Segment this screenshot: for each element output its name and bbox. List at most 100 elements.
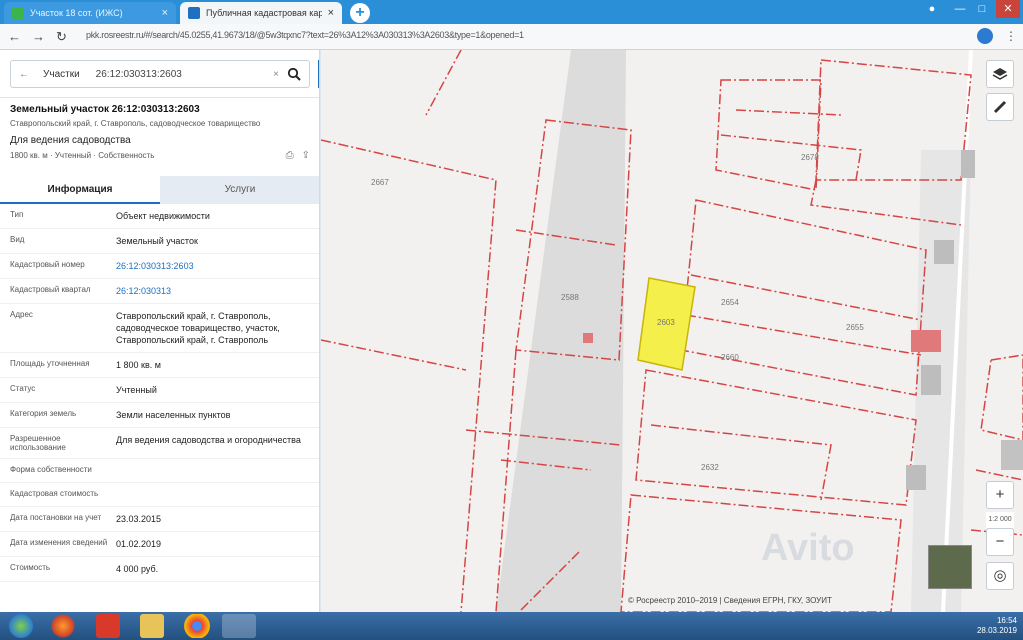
forward-icon[interactable]: → (32, 29, 45, 44)
attribute-row: Кадастровый номер 26:12:030313:2603 (0, 254, 319, 279)
search-input[interactable]: ← Участки 26:12:030313:2603 × (10, 60, 310, 88)
tab-close-icon[interactable]: × (162, 7, 168, 19)
attribute-row: Разрешенное использование Для ведения сад… (0, 428, 319, 459)
attribute-key: Стоимость (10, 563, 51, 572)
start-button[interactable] (4, 614, 38, 638)
minimize-button[interactable]: — (950, 0, 970, 18)
attribute-key: Кадастровый номер (10, 260, 85, 269)
attribute-row: Тип Объект недвижимости (0, 204, 319, 229)
attribute-key: Категория земель (10, 409, 77, 418)
attribute-row: Адрес Ставропольский край, г. Ставрополь,… (0, 304, 319, 353)
clock-date: 28.03.2019 (976, 626, 1017, 635)
layers-icon (992, 68, 1008, 80)
parcel-label: 2603 (657, 318, 675, 327)
attribute-row: Дата изменения сведений 01.02.2019 (0, 532, 319, 557)
parcel-label: 2632 (701, 463, 719, 472)
extension-icon[interactable] (977, 28, 993, 44)
system-clock[interactable]: 16:54 28.03.2019 (977, 616, 1017, 636)
attribute-value: Для ведения садоводства и огородничества (116, 435, 301, 445)
building (1001, 440, 1023, 470)
parcel-label: 2588 (561, 293, 579, 302)
attribute-value (116, 465, 310, 476)
maximize-button[interactable]: □ (972, 0, 992, 18)
attribute-value[interactable]: 26:12:030313 (116, 285, 310, 297)
ruler-icon (993, 100, 1007, 114)
firefox-icon[interactable] (46, 614, 80, 638)
attribute-key: Площадь уточненная (10, 359, 90, 368)
attribute-row: Вид Земельный участок (0, 229, 319, 254)
tab-title: Публичная кадастровая карта (206, 8, 322, 18)
info-panel: ← Участки 26:12:030313:2603 × ‹ Земельны… (0, 50, 320, 612)
map-canvas[interactable]: 2603 2654 2655 2632 2660 2588 2678 2667 … (321, 50, 1023, 612)
layers-button[interactable] (986, 60, 1014, 88)
attribute-value (116, 489, 310, 500)
attribute-value: 1 800 кв. м (116, 360, 161, 370)
attribute-key: Дата постановки на учет (10, 513, 102, 522)
search-bar: ← Участки 26:12:030313:2603 × ‹ (0, 50, 319, 98)
collapse-panel-button[interactable]: ‹ (318, 60, 319, 88)
locate-button[interactable]: ◎ (986, 562, 1014, 590)
panel-tabs: Информация Услуги (0, 176, 319, 204)
attribute-key: Статус (10, 384, 36, 393)
tab-close-icon[interactable]: × (328, 7, 334, 19)
reload-icon[interactable]: ↻ (56, 29, 67, 45)
profile-icon[interactable]: ● (922, 0, 942, 18)
attribute-row: Форма собственности (0, 459, 319, 483)
taskbar: 16:54 28.03.2019 (0, 612, 1023, 640)
minimap[interactable] (928, 545, 972, 589)
attribute-value: Ставропольский край, г. Ставрополь, садо… (116, 311, 280, 345)
app-icon[interactable] (222, 614, 256, 638)
measure-button[interactable] (986, 93, 1014, 121)
browser-tab-2[interactable]: Публичная кадастровая карта × (180, 2, 342, 24)
building-highlight (911, 330, 941, 352)
object-address: Ставропольский край, г. Ставрополь, садо… (10, 119, 261, 128)
tab-services[interactable]: Услуги (160, 176, 319, 204)
tab-information[interactable]: Информация (0, 176, 160, 204)
tab-favicon-icon (12, 7, 24, 19)
print-icon[interactable]: ⎙ (286, 150, 294, 161)
parcel-label: 2660 (721, 353, 739, 362)
zoom-in-button[interactable]: + (986, 481, 1014, 509)
explorer-icon[interactable] (140, 614, 164, 638)
attribute-key: Разрешенное использование (10, 434, 66, 452)
attribute-value: 01.02.2019 (116, 539, 162, 549)
new-tab-button[interactable]: + (350, 3, 370, 23)
browser-tab-bar: Участок 18 сот. (ИЖС) × Публичная кадаст… (0, 0, 1023, 24)
back-icon[interactable]: ← (8, 29, 21, 44)
attribute-value[interactable]: 26:12:030313:2603 (116, 260, 310, 272)
share-icon[interactable]: ⇪ (302, 150, 310, 161)
attribute-key: Дата изменения сведений (10, 538, 108, 547)
clear-icon[interactable]: × (273, 69, 279, 80)
pdf-icon[interactable] (96, 614, 120, 638)
search-icon[interactable] (287, 67, 301, 81)
attribute-value: 4 000 руб. (116, 564, 159, 574)
attribute-key: Вид (10, 235, 25, 244)
zoom-level: 1:2 000 (986, 512, 1014, 528)
parcel-label: 2655 (846, 323, 864, 332)
chrome-icon[interactable] (180, 614, 214, 638)
building (921, 365, 941, 395)
object-title: Земельный участок 26:12:030313:2603 (10, 104, 200, 115)
search-value[interactable]: 26:12:030313:2603 (96, 69, 273, 80)
attribute-key: Кадастровый квартал (10, 285, 91, 294)
filter-icon[interactable]: ← (19, 69, 29, 80)
parcel-label: 2678 (801, 153, 819, 162)
building (934, 240, 954, 264)
cadastral-map[interactable]: 2603 2654 2655 2632 2660 2588 2678 2667 … (321, 50, 1023, 612)
building (961, 150, 975, 178)
attribute-key: Адрес (10, 310, 33, 319)
close-window-button[interactable]: ✕ (996, 0, 1020, 18)
address-bar: ← → ↻ pkk.rosreestr.ru/#/search/45.0255,… (0, 24, 1023, 50)
menu-icon[interactable]: ⋮ (1005, 29, 1017, 43)
parcel-label: 2654 (721, 298, 739, 307)
building (906, 465, 926, 490)
attribute-row: Категория земель Земли населенных пунктов (0, 403, 319, 428)
attribute-row: Дата постановки на учет 23.03.2015 (0, 507, 319, 532)
attribute-row: Стоимость 4 000 руб. (0, 557, 319, 582)
zoom-out-button[interactable]: − (986, 528, 1014, 556)
attribute-row: Кадастровая стоимость (0, 483, 319, 507)
browser-tab-1[interactable]: Участок 18 сот. (ИЖС) × (4, 2, 176, 24)
object-type: Для ведения садоводства (10, 135, 131, 146)
search-type[interactable]: Участки (43, 69, 80, 80)
url-input[interactable]: pkk.rosreestr.ru/#/search/45.0255,41.967… (86, 30, 906, 44)
